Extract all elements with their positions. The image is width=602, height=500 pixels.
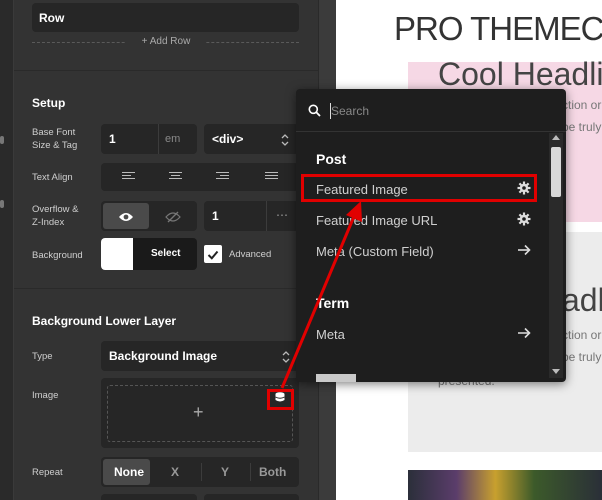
type-value: Background Image — [109, 349, 218, 363]
tag-value: <div> — [212, 132, 244, 146]
align-right-icon — [216, 172, 229, 182]
z-index-value: 1 — [212, 209, 219, 223]
builder-panel: Row + Add Row Setup Base Font Size & Tag… — [14, 0, 318, 500]
arrow-right-icon[interactable] — [516, 243, 532, 259]
advanced-checkbox[interactable] — [204, 245, 222, 263]
divider — [158, 124, 159, 154]
align-center-button[interactable] — [153, 163, 197, 191]
row-name-field[interactable]: Row — [32, 3, 299, 32]
type-label: Type — [32, 351, 53, 362]
scroll-up-icon[interactable] — [552, 135, 560, 140]
overflow-label-line: Z-Index — [32, 217, 65, 228]
gear-icon[interactable] — [516, 212, 532, 228]
preview-text-line: ction or — [562, 98, 602, 112]
group-title-post: Post — [316, 151, 347, 167]
next-field[interactable] — [101, 494, 197, 500]
item-meta-custom-field[interactable]: Meta (Custom Field) — [302, 238, 538, 264]
preview-heading: Cool Headli — [438, 56, 602, 92]
repeat-y-button[interactable]: Y — [202, 459, 249, 485]
repeat-toggle-group: None X Y Both — [101, 457, 299, 487]
type-select[interactable]: Background Image — [101, 341, 299, 371]
next-field[interactable] — [204, 494, 299, 500]
text-align-group — [101, 163, 299, 191]
font-size-value: 1 — [109, 132, 116, 146]
edge-handle[interactable] — [0, 136, 4, 144]
item-featured-image-url[interactable]: Featured Image URL — [302, 207, 538, 233]
repeat-both-button[interactable]: Both — [251, 459, 297, 485]
chevron-updown-icon — [280, 133, 290, 151]
setup-title: Setup — [32, 96, 66, 110]
align-center-icon — [169, 172, 182, 182]
advanced-label: Advanced — [229, 249, 272, 260]
align-left-icon — [122, 172, 135, 182]
ellipsis-icon[interactable]: ⋯ — [276, 208, 288, 222]
repeat-none-label: None — [114, 465, 144, 479]
checkmark-icon — [207, 248, 219, 266]
item-label: Meta — [316, 327, 345, 342]
overflow-label: Overflow & Z-Index — [32, 203, 78, 229]
dropdown-search — [296, 89, 566, 132]
item-label: Featured Image URL — [316, 213, 438, 228]
scroll-down-icon[interactable] — [552, 369, 560, 374]
dynamic-content-dropdown: Post Featured Image Featured Image URL M… — [296, 89, 566, 382]
eye-icon — [118, 210, 134, 228]
annotation-highlight-dynamic-icon — [267, 389, 294, 410]
dropdown-scroll-thumb[interactable] — [551, 147, 561, 197]
repeat-y-label: Y — [221, 465, 230, 479]
align-justify-icon — [265, 172, 278, 182]
overflow-toggle — [101, 201, 197, 231]
divider — [266, 201, 267, 231]
overflow-hidden-button[interactable] — [151, 203, 195, 229]
group-title-term: Term — [316, 295, 350, 311]
preview-heading: adlin — [562, 282, 602, 318]
item-term-meta[interactable]: Meta — [302, 321, 538, 347]
repeat-none-button[interactable]: None — [103, 459, 150, 485]
preview-text-line: be truly — [562, 350, 602, 364]
font-size-unit: em — [165, 133, 181, 145]
background-select-control[interactable]: Select — [101, 238, 197, 270]
eye-slash-icon — [165, 210, 181, 228]
base-font-label-line: Base Font — [32, 127, 76, 138]
preview-text-line: ction or — [562, 328, 602, 342]
divider — [14, 70, 318, 71]
align-right-button[interactable] — [200, 163, 244, 191]
background-select-button[interactable]: Select — [151, 248, 180, 259]
base-font-label-line: Size & Tag — [32, 140, 78, 151]
preview-text-line: be truly — [562, 120, 602, 134]
lower-layer-title: Background Lower Layer — [32, 314, 177, 328]
search-icon — [308, 104, 321, 122]
item-label: Meta (Custom Field) — [316, 244, 434, 259]
align-justify-button[interactable] — [249, 163, 293, 191]
site-brand-logo: PRO THEMECO — [394, 10, 602, 47]
repeat-label: Repeat — [32, 467, 63, 478]
annotation-highlight-featured-image — [301, 174, 537, 202]
overflow-visible-button[interactable] — [103, 203, 149, 229]
image-label: Image — [32, 390, 59, 401]
repeat-both-label: Both — [259, 465, 287, 479]
arrow-right-icon[interactable] — [516, 326, 532, 342]
background-label: Background — [32, 250, 83, 261]
divider — [14, 288, 318, 289]
base-font-label: Base Font Size & Tag — [32, 126, 77, 152]
add-image-icon[interactable]: + — [193, 402, 204, 423]
overflow-label-line: Overflow & — [32, 204, 79, 215]
edge-strip — [0, 0, 14, 500]
font-size-field[interactable]: 1 em — [101, 124, 197, 154]
preview-photo — [408, 470, 602, 500]
repeat-x-label: X — [171, 465, 180, 479]
align-left-button[interactable] — [106, 163, 150, 191]
tag-select[interactable]: <div> — [204, 124, 299, 154]
add-row-button[interactable]: + Add Row — [126, 36, 206, 47]
z-index-field[interactable]: 1 ⋯ — [204, 201, 299, 231]
text-align-label: Text Align — [32, 172, 73, 183]
chevron-updown-icon — [281, 350, 291, 368]
dropdown-search-input[interactable] — [331, 102, 551, 120]
repeat-x-button[interactable]: X — [152, 459, 199, 485]
group-title-partial — [316, 374, 356, 382]
background-color-swatch[interactable] — [101, 238, 133, 270]
edge-handle[interactable] — [0, 200, 4, 208]
